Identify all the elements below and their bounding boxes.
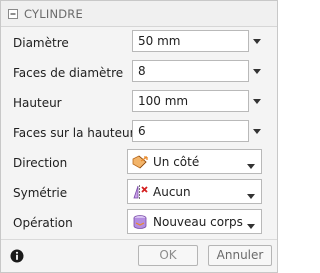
chevron-down-icon <box>247 189 255 199</box>
diameter-label: Diamètre <box>13 36 69 50</box>
height-menu-arrow-icon[interactable] <box>252 97 261 106</box>
height-input[interactable]: 100 mm <box>132 90 249 112</box>
diameter-faces-input[interactable]: 8 <box>132 60 249 82</box>
operation-value: Nouveau corps <box>153 214 243 229</box>
direction-select[interactable]: Un côté <box>127 149 262 174</box>
diameter-faces-menu-arrow-icon[interactable] <box>252 67 261 76</box>
dialog-titlebar[interactable]: CYLINDRE <box>1 1 277 27</box>
info-icon[interactable] <box>10 249 24 263</box>
direction-label: Direction <box>13 156 68 170</box>
collapse-icon[interactable] <box>7 8 19 20</box>
symmetry-none-icon <box>131 183 149 201</box>
diameter-menu-arrow-icon[interactable] <box>252 37 261 46</box>
symmetry-row: Symétrie Aucun <box>1 178 277 208</box>
height-label: Hauteur <box>13 96 62 110</box>
ok-button[interactable]: OK <box>138 245 198 266</box>
dialog-footer: OK Annuler <box>1 239 277 272</box>
symmetry-label: Symétrie <box>13 186 68 200</box>
cylinder-dialog: CYLINDRE Diamètre 50 mm Faces de diamètr… <box>0 0 278 273</box>
operation-select[interactable]: Nouveau corps <box>127 209 262 234</box>
symmetry-select[interactable]: Aucun <box>127 179 262 204</box>
height-faces-label: Faces sur la hauteur <box>13 126 135 140</box>
diameter-faces-label: Faces de diamètre <box>13 66 124 80</box>
one-side-direction-icon <box>131 153 149 171</box>
height-faces-input[interactable]: 6 <box>132 120 249 142</box>
diameter-input[interactable]: 50 mm <box>132 30 249 52</box>
symmetry-value: Aucun <box>153 184 191 199</box>
height-faces-menu-arrow-icon[interactable] <box>252 127 261 136</box>
height-row: Hauteur 100 mm <box>1 88 277 118</box>
height-faces-row: Faces sur la hauteur 6 <box>1 118 277 148</box>
dialog-title: CYLINDRE <box>24 6 83 21</box>
direction-value: Un côté <box>153 154 200 169</box>
operation-label: Opération <box>13 216 73 230</box>
chevron-down-icon <box>247 219 255 229</box>
diameter-faces-row: Faces de diamètre 8 <box>1 58 277 88</box>
operation-row: Opération Nouveau corps <box>1 208 277 238</box>
chevron-down-icon <box>247 159 255 169</box>
direction-row: Direction Un côté <box>1 148 277 178</box>
new-body-icon <box>131 213 149 231</box>
cancel-button[interactable]: Annuler <box>208 245 272 266</box>
diameter-row: Diamètre 50 mm <box>1 28 277 58</box>
